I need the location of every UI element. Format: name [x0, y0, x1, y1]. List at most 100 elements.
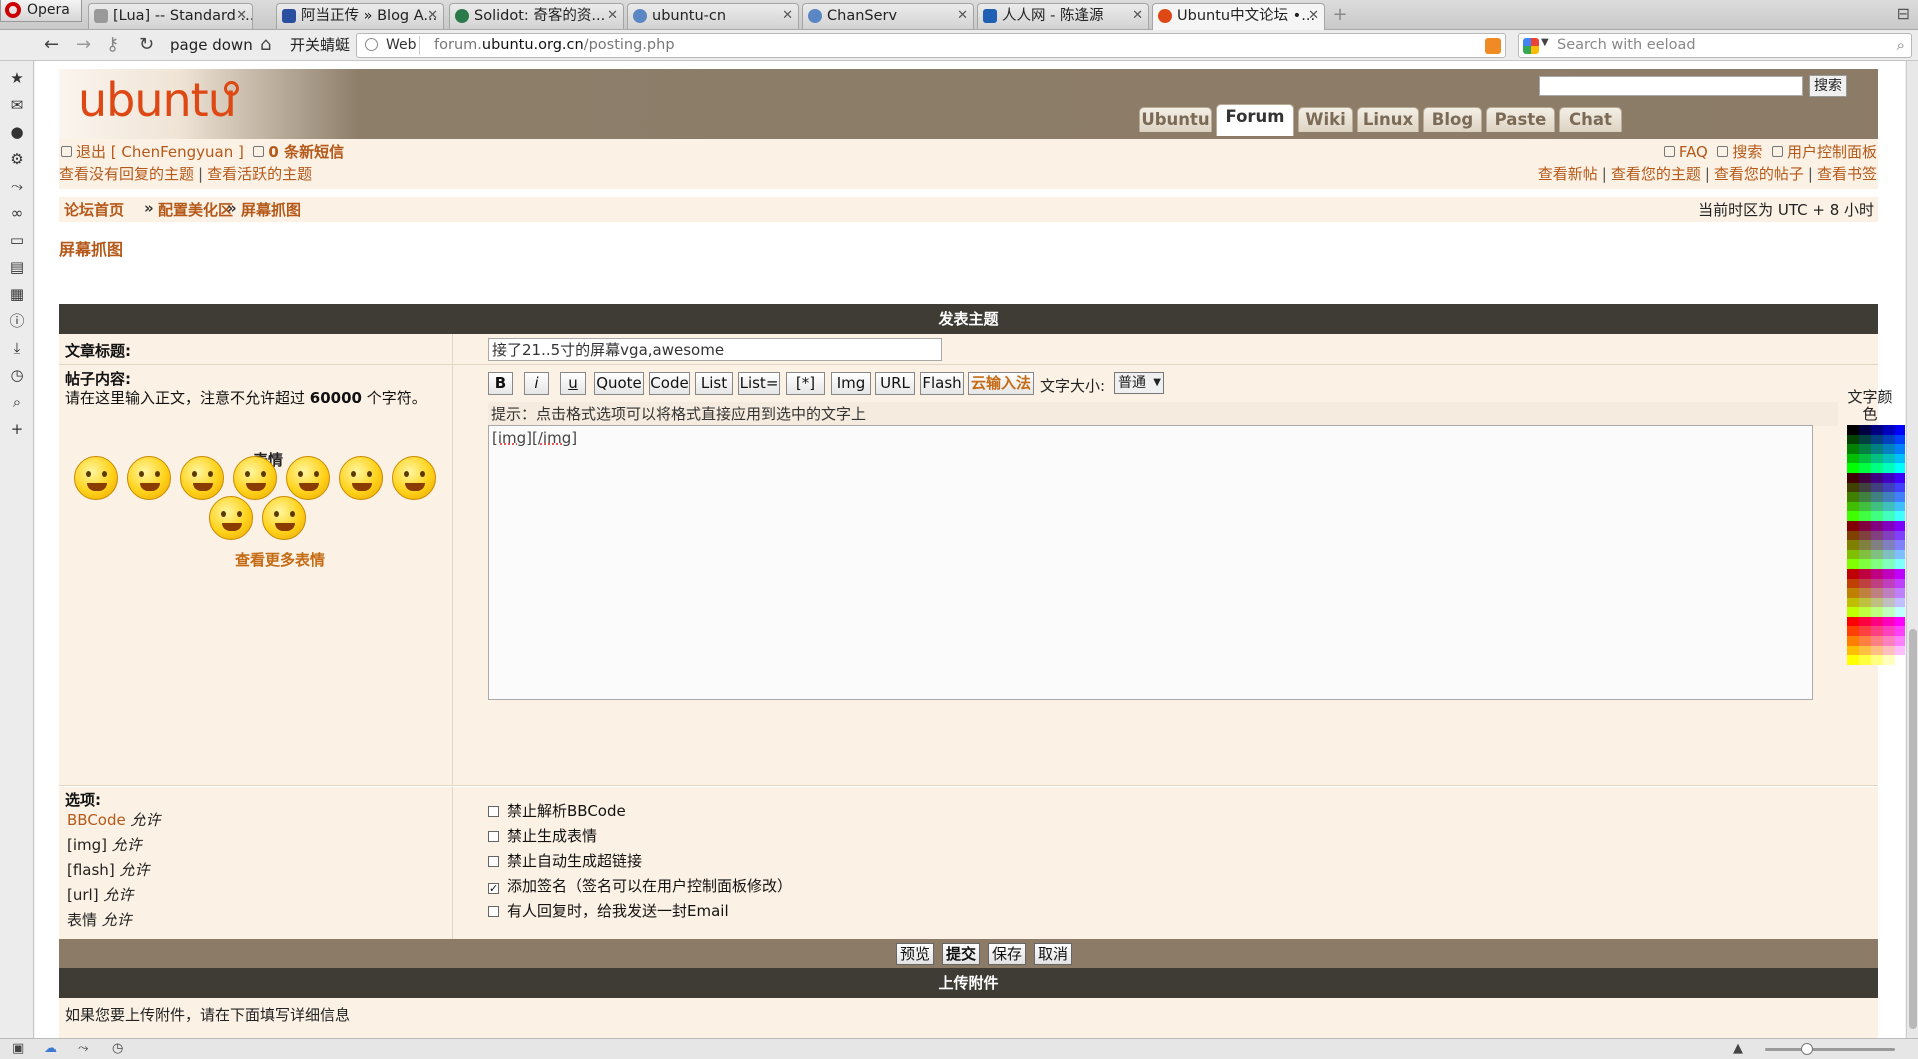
color-swatch[interactable] — [1871, 530, 1883, 541]
color-swatch[interactable] — [1871, 626, 1883, 637]
checkbox[interactable] — [488, 831, 499, 842]
color-swatch[interactable] — [1859, 588, 1871, 598]
color-swatch[interactable] — [1883, 655, 1895, 665]
browser-tab[interactable]: Solidot: 奇客的资... ✕ — [449, 3, 624, 29]
link-icon[interactable]: ∞ — [9, 205, 25, 221]
color-swatch[interactable] — [1859, 501, 1871, 512]
color-swatch[interactable] — [1847, 501, 1859, 512]
nav-tab-forum[interactable]: Forum — [1216, 104, 1294, 136]
search-engine-icon[interactable] — [1523, 38, 1539, 54]
color-swatch[interactable] — [1895, 636, 1905, 646]
color-swatch[interactable] — [1883, 511, 1895, 521]
color-swatch[interactable] — [1859, 444, 1871, 454]
color-swatch[interactable] — [1883, 607, 1895, 617]
color-swatch[interactable] — [1895, 501, 1905, 512]
color-swatch[interactable] — [1883, 568, 1895, 579]
search-icon[interactable]: ⌕ — [1897, 36, 1905, 54]
address-url[interactable]: forum.ubuntu.org.cn/posting.php — [434, 37, 675, 53]
bookmark-button[interactable]: 开关蜻蜓 — [290, 35, 350, 55]
color-swatch[interactable] — [1871, 578, 1883, 589]
your-posts-link[interactable]: 查看您的帖子 — [1714, 165, 1804, 183]
address-web-badge[interactable]: Web — [365, 37, 417, 53]
checkbox[interactable] — [488, 856, 499, 867]
color-swatch[interactable] — [1859, 520, 1871, 531]
color-swatch[interactable] — [1895, 530, 1905, 541]
reload-icon[interactable]: ↻ — [139, 34, 154, 56]
tab-close-icon[interactable]: ✕ — [427, 4, 438, 28]
color-swatch[interactable] — [1847, 655, 1859, 665]
bold-button[interactable]: B — [488, 372, 513, 395]
color-swatch[interactable] — [1895, 463, 1905, 473]
color-swatch[interactable] — [1859, 453, 1871, 464]
dizzy-icon[interactable] — [262, 496, 306, 540]
new-tab-button[interactable]: + — [1330, 6, 1350, 25]
ordered-list-button[interactable]: List= — [738, 372, 780, 395]
zoom-slider[interactable] — [1765, 1043, 1895, 1055]
color-swatch[interactable] — [1895, 425, 1905, 435]
smile-icon[interactable] — [74, 456, 118, 500]
page-down-button[interactable]: page down — [170, 35, 253, 55]
ubuntu-logo[interactable]: ubuntu — [78, 73, 237, 127]
submit-button[interactable]: 提交 — [942, 943, 980, 965]
subject-input[interactable]: 接了21..5寸的屏幕vga,awesome — [488, 338, 942, 361]
nav-tab-paste[interactable]: Paste — [1486, 107, 1555, 132]
color-swatch[interactable] — [1847, 425, 1859, 435]
color-swatch[interactable] — [1871, 540, 1883, 550]
color-swatch[interactable] — [1883, 520, 1895, 531]
color-swatch[interactable] — [1883, 482, 1895, 493]
notify-reply-option[interactable]: 有人回复时，给我发送一封Email — [488, 900, 729, 921]
history-icon[interactable]: ◷ — [9, 367, 25, 383]
color-swatch[interactable] — [1859, 559, 1871, 569]
color-swatch[interactable] — [1871, 559, 1883, 569]
code-button[interactable]: Code — [649, 372, 690, 395]
list-button[interactable]: List — [695, 372, 733, 395]
color-swatch[interactable] — [1871, 655, 1883, 665]
color-swatch[interactable] — [1859, 636, 1871, 646]
color-swatch[interactable] — [1895, 472, 1905, 483]
ucp-link[interactable]: 用户控制面板 — [1787, 143, 1877, 161]
color-swatch[interactable] — [1895, 588, 1905, 598]
breadcrumb-category[interactable]: 配置美化区 — [158, 199, 233, 220]
tab-close-icon[interactable]: ✕ — [607, 4, 618, 28]
color-swatch[interactable] — [1895, 520, 1905, 531]
nav-tab-linux[interactable]: Linux — [1357, 107, 1419, 132]
unanswered-link[interactable]: 查看没有回复的主题 — [59, 165, 194, 183]
color-swatch[interactable] — [1847, 444, 1859, 454]
color-swatch[interactable] — [1859, 425, 1871, 435]
laugh-icon[interactable] — [286, 456, 330, 500]
font-size-select[interactable]: 普通 ▼ — [1114, 372, 1164, 394]
site-search-button[interactable]: 搜索 — [1809, 75, 1847, 97]
nav-tab-chat[interactable]: Chat — [1559, 107, 1622, 132]
message-textarea[interactable]: [img][/img] — [488, 425, 1813, 700]
color-swatch[interactable] — [1847, 511, 1859, 521]
color-swatch[interactable] — [1847, 482, 1859, 493]
zoom-slider-handle[interactable] — [1801, 1043, 1813, 1055]
color-swatch[interactable] — [1895, 578, 1905, 589]
browser-tab-active[interactable]: Ubuntu中文论坛 •... ✕ — [1152, 3, 1325, 30]
color-swatch[interactable] — [1895, 444, 1905, 454]
color-swatch[interactable] — [1883, 453, 1895, 464]
color-swatch[interactable] — [1871, 492, 1883, 502]
color-swatch[interactable] — [1847, 549, 1859, 560]
color-swatch[interactable] — [1847, 434, 1859, 445]
forward-icon[interactable]: → — [76, 34, 91, 56]
chat-icon[interactable]: ▤ — [9, 259, 25, 275]
scrollbar-thumb[interactable] — [1909, 629, 1917, 1029]
gear-icon[interactable]: ⚙ — [9, 151, 25, 167]
color-swatch[interactable] — [1871, 520, 1883, 531]
key-icon[interactable]: ⚷ — [106, 34, 119, 56]
color-swatch[interactable] — [1883, 597, 1895, 608]
share-icon[interactable]: ⤳ — [9, 178, 25, 194]
color-swatch[interactable] — [1847, 520, 1859, 531]
color-swatch[interactable] — [1859, 568, 1871, 579]
color-swatch[interactable] — [1895, 655, 1905, 665]
mail-icon[interactable]: ✉ — [9, 97, 25, 113]
notes-icon[interactable]: ▦ — [9, 286, 25, 302]
color-swatch[interactable] — [1847, 492, 1859, 502]
underline-button[interactable]: u — [560, 372, 586, 395]
more-smilies-link[interactable]: 查看更多表情 — [235, 549, 325, 570]
color-swatch[interactable] — [1859, 645, 1871, 656]
color-swatch[interactable] — [1883, 588, 1895, 598]
search-panel-icon[interactable]: ⌕ — [9, 394, 25, 410]
color-swatch[interactable] — [1895, 559, 1905, 569]
